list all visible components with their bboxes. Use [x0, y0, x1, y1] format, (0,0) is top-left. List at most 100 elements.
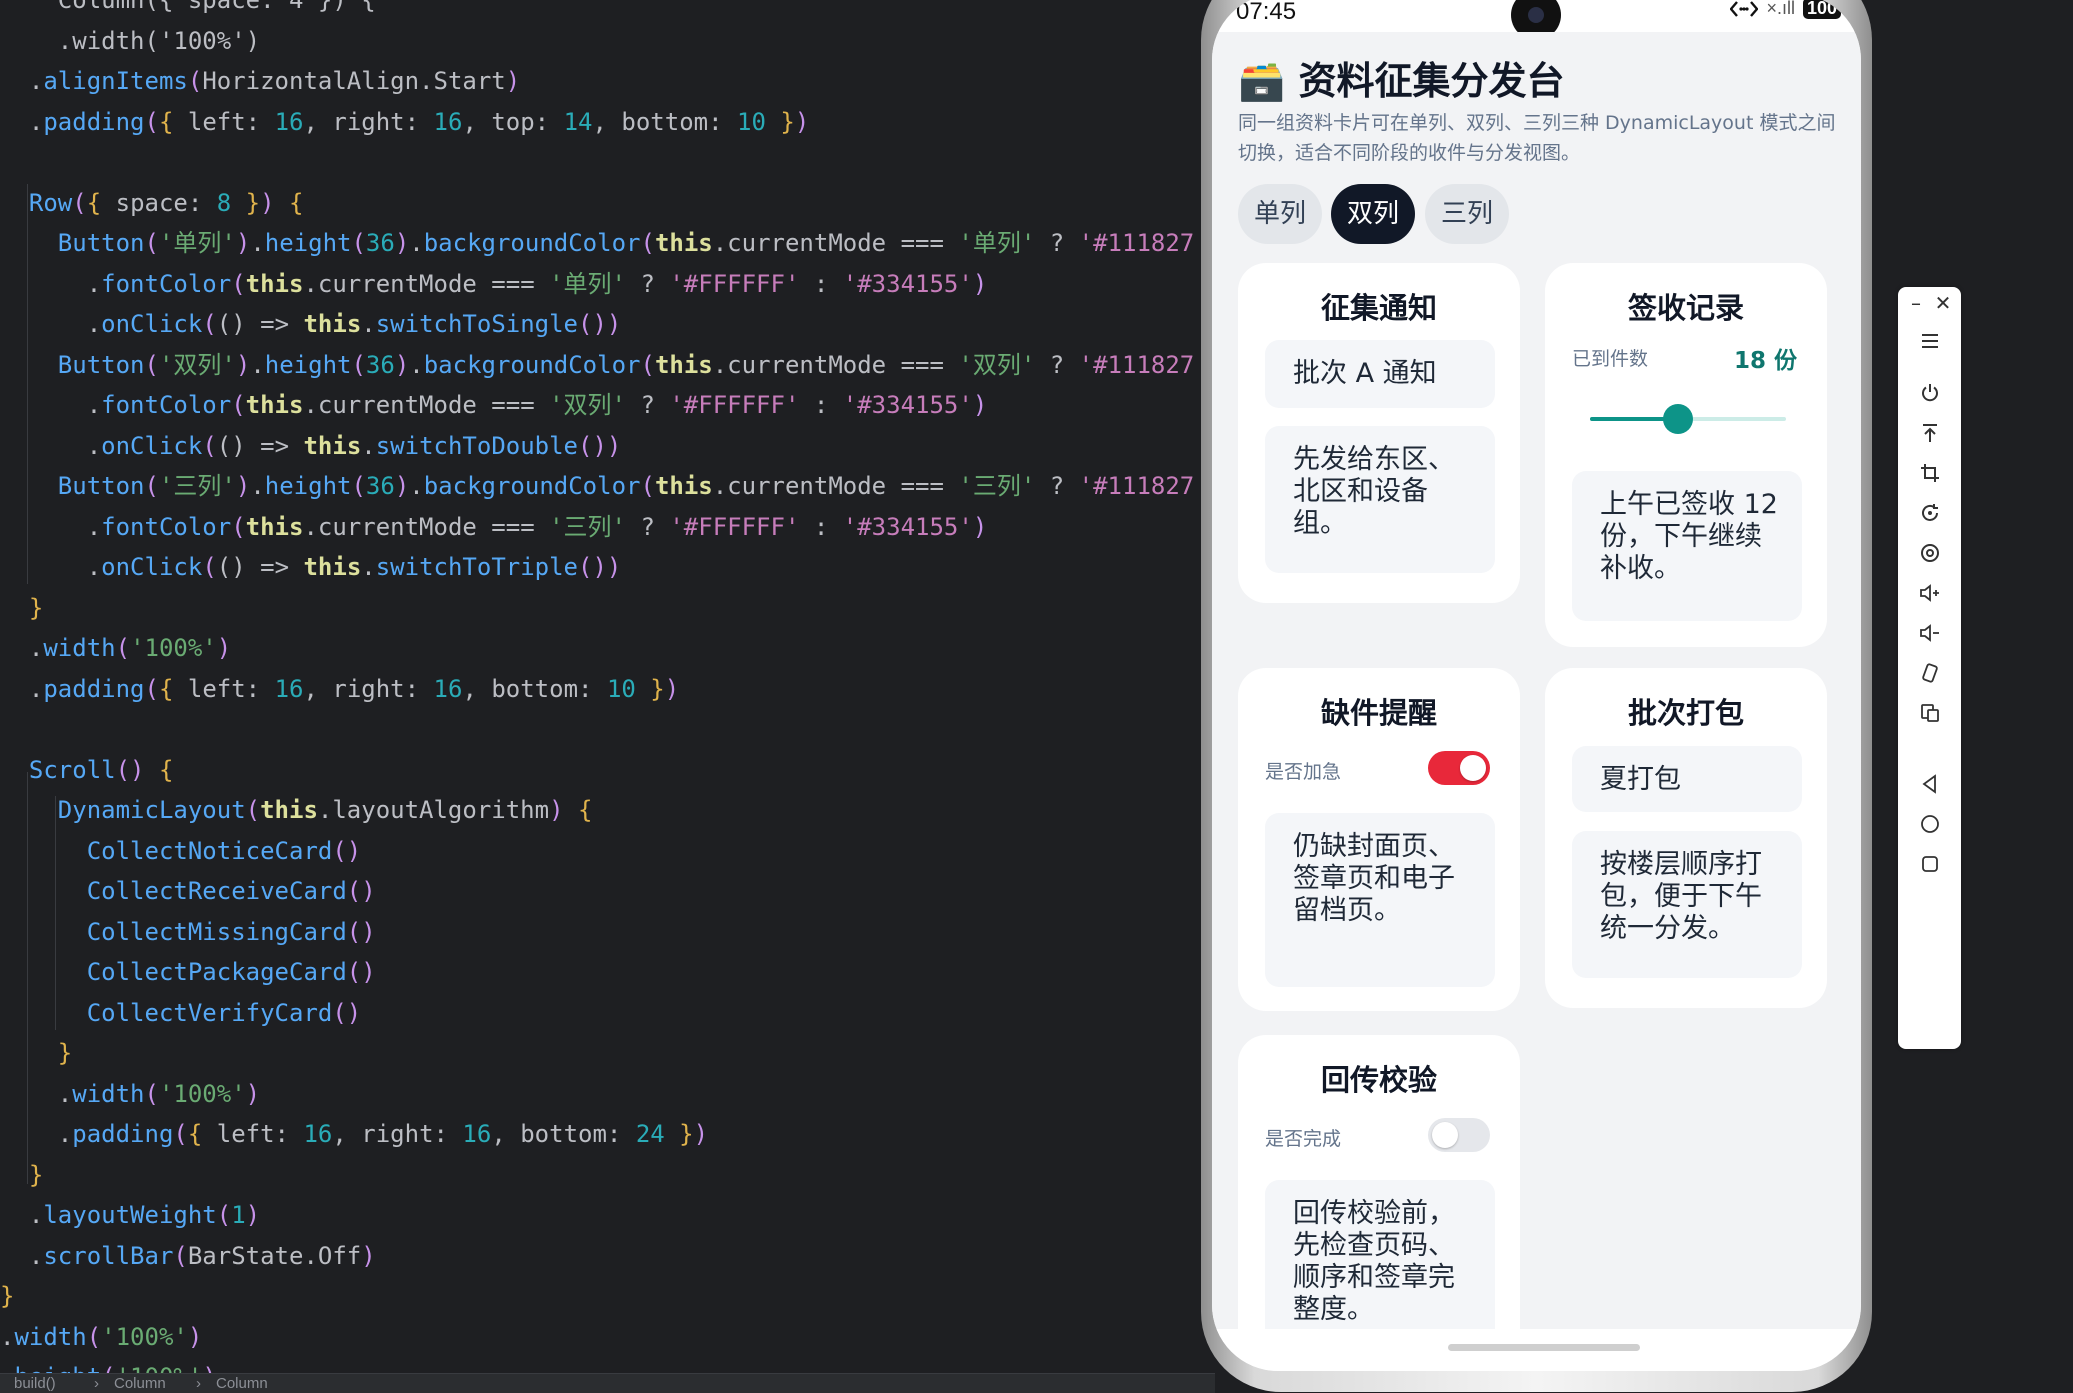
code-token: '100%' [130, 634, 217, 662]
code-line[interactable]: .height('100%') [0, 1357, 217, 1373]
code-token: ( [144, 350, 159, 379]
upload-icon[interactable] [1898, 413, 1961, 453]
card-title: 缺件提醒 [1320, 696, 1437, 730]
menu-icon[interactable] [1898, 321, 1961, 361]
completed-toggle[interactable] [1428, 1118, 1490, 1152]
received-count-value: 18 份 [1733, 348, 1797, 374]
code-line[interactable]: .padding({ left: 16, right: 16, bottom: … [0, 669, 679, 709]
code-editor[interactable]: Column({ space: 4 }) { .width('100%') .a… [0, 0, 1200, 1373]
volume-up-icon[interactable] [1898, 573, 1961, 613]
code-line[interactable]: .padding({ left: 16, right: 16, top: 14,… [0, 102, 809, 142]
close-icon[interactable]: ✕ [1929, 289, 1957, 317]
code-line[interactable]: CollectMissingCard() [0, 912, 376, 952]
code-line[interactable]: .padding({ left: 16, right: 16, bottom: … [0, 1114, 708, 1154]
recents-icon[interactable] [1898, 844, 1961, 884]
code-token: 14 [563, 107, 593, 136]
code-token: '单列' [958, 229, 1036, 257]
power-icon[interactable] [1898, 373, 1961, 413]
code-token: . [0, 1201, 44, 1229]
code-token: '100%' [158, 1079, 246, 1108]
minimize-icon[interactable]: – [1902, 289, 1930, 317]
code-token: ( [202, 553, 217, 581]
code-token: ( [144, 107, 159, 136]
code-token: ? [626, 391, 670, 419]
code-token: switchToSingle [375, 310, 579, 338]
code-line[interactable]: .width('100%') [0, 628, 231, 668]
code-token: ( [231, 512, 246, 541]
mode-single-button[interactable]: 单列 [1238, 184, 1322, 244]
code-token: '#111827' [1078, 472, 1200, 500]
code-token: } [0, 1160, 44, 1189]
code-line[interactable]: Button('三列').height(36).backgroundColor(… [0, 466, 1200, 506]
code-token: switchToDouble [375, 431, 579, 460]
code-token: ) [549, 796, 564, 824]
code-line[interactable]: .fontColor(this.currentMode === '双列' ? '… [0, 385, 988, 425]
code-line[interactable]: Button('单列').height(36).backgroundColor(… [0, 223, 1200, 263]
code-token: . [0, 1241, 44, 1270]
mode-double-button[interactable]: 双列 [1331, 184, 1415, 244]
slider-thumb[interactable] [1663, 404, 1694, 434]
code-token: ( [144, 229, 159, 257]
code-line[interactable]: } [0, 1033, 72, 1073]
rotate-icon[interactable] [1898, 493, 1961, 533]
code-line[interactable]: DynamicLayout(this.layoutAlgorithm) { [0, 790, 593, 830]
code-line[interactable]: CollectPackageCard() [0, 952, 376, 992]
chip-text: 夏打包 [1600, 764, 1681, 795]
code-line[interactable]: Row({ space: 8 }) { [0, 183, 304, 223]
code-token: '#111827' [1078, 350, 1200, 379]
crop-icon[interactable] [1898, 453, 1961, 493]
code-token: DynamicLayout [57, 796, 246, 824]
received-slider[interactable] [1590, 404, 1786, 434]
code-line[interactable]: .width('100%') [0, 1317, 202, 1357]
multi-screen-icon[interactable] [1898, 693, 1961, 733]
home-indicator[interactable] [1448, 1344, 1640, 1351]
code-line[interactable]: .scrollBar(BarState.Off) [0, 1236, 376, 1276]
code-token: : [799, 512, 843, 541]
code-token: 16 [274, 674, 304, 703]
code-line[interactable]: .alignItems(HorizontalAlign.Start) [0, 61, 520, 101]
location-icon[interactable] [1898, 533, 1961, 573]
code-line[interactable]: .onClick(() => this.switchToTriple()) [0, 547, 622, 587]
code-token: { [144, 755, 174, 784]
code-line[interactable]: Scroll() { [0, 750, 174, 790]
code-line[interactable]: .fontColor(this.currentMode === '三列' ? '… [0, 507, 988, 547]
breadcrumb-item[interactable]: Column [114, 1374, 166, 1393]
home-icon[interactable] [1898, 804, 1961, 844]
code-token: ( [173, 1120, 188, 1148]
code-line[interactable]: } [0, 1276, 14, 1316]
app-content[interactable]: 🗃️ 资料征集分发台 同一组资料卡片可在单列、双列、三列三种 DynamicLa… [1212, 32, 1861, 1329]
package-chip: 夏打包 [1572, 746, 1802, 812]
volume-down-icon[interactable] [1898, 613, 1961, 653]
code-line[interactable]: } [0, 588, 43, 628]
code-line[interactable]: .width('100%') [0, 21, 260, 61]
code-line[interactable]: .layoutWeight(1) [0, 1195, 260, 1235]
code-token: . [0, 1322, 15, 1351]
shake-icon[interactable] [1898, 653, 1961, 693]
mode-triple-button[interactable]: 三列 [1425, 184, 1509, 244]
breadcrumb-item[interactable]: Column [216, 1374, 268, 1393]
code-line[interactable]: Column({ space: 4 }) { [0, 0, 376, 20]
code-line[interactable]: Button('双列').height(36).backgroundColor(… [0, 345, 1200, 385]
missing-detail: 仍缺封面页、签章页和电子留档页。 [1265, 813, 1495, 987]
code-line[interactable]: CollectNoticeCard() [0, 831, 362, 871]
code-line[interactable]: .onClick(() => this.switchToSingle()) [0, 304, 622, 344]
code-token: '双列' [158, 350, 236, 379]
breadcrumb-item[interactable]: build() [14, 1374, 56, 1393]
code-token: ( [144, 472, 159, 500]
code-token: . [0, 674, 44, 703]
back-icon[interactable] [1898, 764, 1961, 804]
code-token: ) [394, 350, 410, 379]
notice-detail: 先发给东区、北区和设备组。 [1265, 426, 1495, 573]
code-line[interactable]: } [0, 1155, 43, 1195]
battery-icon: 100 [1802, 0, 1841, 19]
code-line[interactable]: CollectVerifyCard() [0, 993, 362, 1033]
code-token: .currentMode === [712, 350, 959, 379]
code-line[interactable]: .onClick(() => this.switchToDouble()) [0, 426, 622, 466]
status-time: 07:45 [1236, 0, 1297, 25]
code-token: , right: [303, 674, 434, 703]
urgent-toggle[interactable] [1428, 751, 1490, 785]
code-line[interactable]: .fontColor(this.currentMode === '单列' ? '… [0, 264, 988, 304]
code-line[interactable]: CollectReceiveCard() [0, 871, 376, 911]
code-line[interactable]: .width('100%') [0, 1074, 260, 1114]
code-token: ( [351, 472, 366, 500]
